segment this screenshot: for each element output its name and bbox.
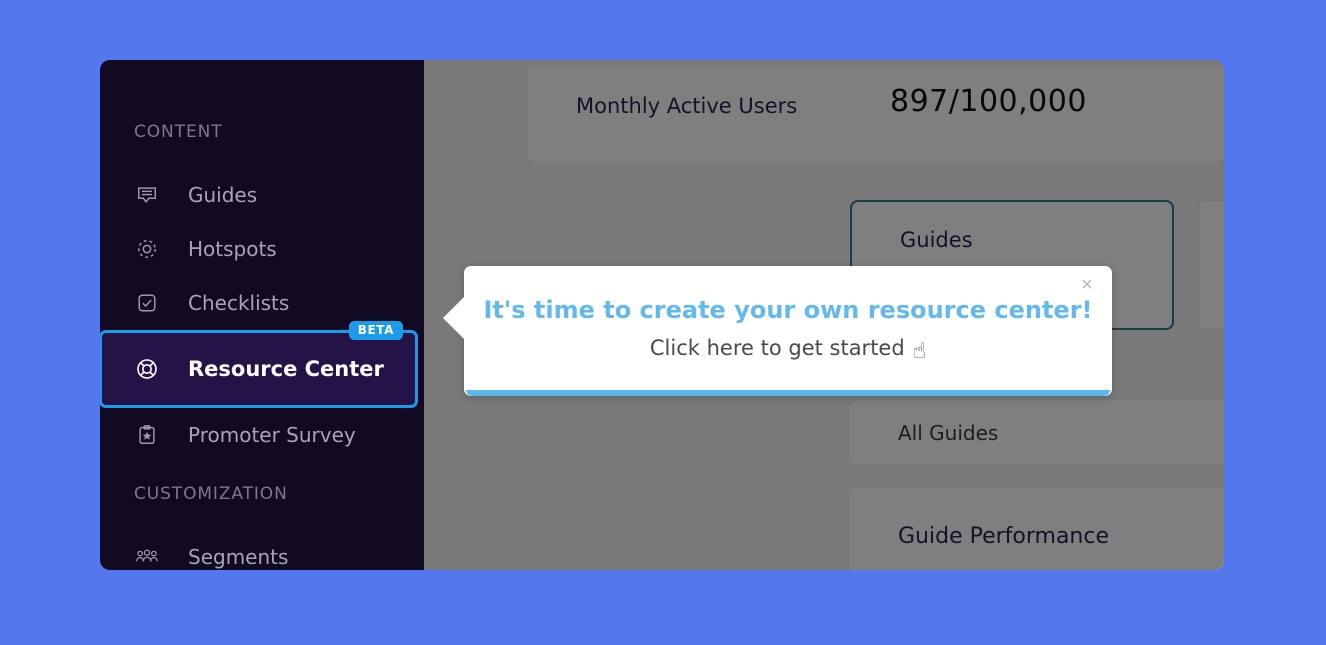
sidebar-item-resource-center[interactable]: BETA Resource Center [100, 321, 418, 408]
guides-filter-select[interactable]: All Guides [850, 400, 1224, 464]
clipboard-star-icon [134, 422, 160, 448]
sidebar-nav-list-content: Guides Hotspots Checklists BETA Resource… [100, 168, 424, 462]
sidebar-item-label: Guides [188, 183, 258, 207]
close-icon[interactable]: × [1074, 272, 1100, 298]
sidebar-item-label: Resource Center [188, 357, 384, 381]
resource-center-onboarding-tooltip: × It's time to create your own resource … [443, 266, 1112, 396]
guide-performance-card: Guide Performance [850, 488, 1224, 570]
pointing-hand-icon: ☝ [912, 339, 927, 364]
monthly-active-users-label: Monthly Active Users [576, 94, 798, 118]
sidebar-item-hotspots[interactable]: Hotspots [100, 222, 424, 276]
speech-bubble-icon [134, 182, 160, 208]
checkbox-icon [134, 290, 160, 316]
sidebar-section-title-customization: CUSTOMIZATION [134, 484, 288, 504]
monthly-active-users-card: Monthly Active Users 897/100,000 [528, 66, 1224, 162]
beta-badge: BETA [348, 321, 403, 340]
tooltip-subline-wrapper: Click here to get started ☝ [464, 336, 1112, 364]
hotspot-icon [134, 236, 160, 262]
sidebar-item-segments[interactable]: Segments [100, 530, 424, 570]
metric-card-hotspots[interactable]: Hotspots 6 [1198, 200, 1224, 330]
lifebuoy-icon [134, 356, 160, 382]
people-group-icon [134, 544, 160, 570]
sidebar-item-guides[interactable]: Guides [100, 168, 424, 222]
guide-performance-title: Guide Performance [898, 524, 1110, 549]
sidebar-item-label: Checklists [188, 291, 290, 315]
sidebar-nav-list-customization: Segments Themes [100, 530, 424, 570]
metric-card-title: Guides [900, 228, 973, 252]
tooltip-progress-bar [466, 390, 1110, 396]
sidebar-item-label: Hotspots [188, 237, 277, 261]
tooltip-headline: It's time to create your own resource ce… [483, 296, 1093, 324]
monthly-active-users-value: 897/100,000 [890, 84, 1087, 119]
tooltip-pointer-arrow [443, 296, 465, 340]
sidebar: CONTENT Guides Hotspots Checklists BETA … [100, 60, 424, 570]
tooltip-subline-text: Click here to get started [649, 336, 905, 360]
sidebar-item-promoter-survey[interactable]: Promoter Survey [100, 408, 424, 462]
sidebar-item-label: Segments [188, 545, 289, 569]
sidebar-section-title-content: CONTENT [134, 122, 223, 142]
sidebar-item-label: Promoter Survey [188, 423, 356, 447]
guides-filter-value: All Guides [898, 421, 999, 445]
